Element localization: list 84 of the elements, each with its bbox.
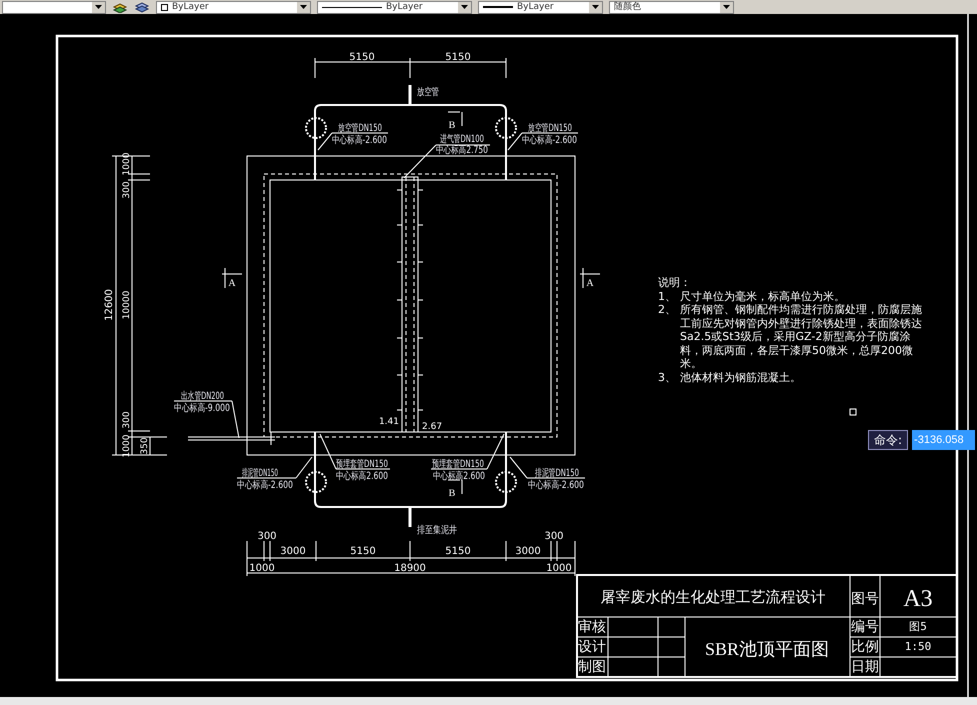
elevation-label: 中心标高2.600 [336, 471, 405, 482]
field-label: 日期 [851, 659, 879, 675]
note-text: 池体材料为钢筋混凝土。 [680, 370, 801, 384]
pipe-label: 放空管DN150 [338, 123, 402, 134]
leader-line [318, 132, 388, 150]
leader-line [508, 132, 578, 150]
layers-icon[interactable] [134, 1, 150, 13]
field-value: 1:50 [904, 640, 932, 653]
elevation-label: 中心标高-9.000 [174, 403, 246, 414]
dimension-text: 10000 [122, 290, 132, 320]
field-label: 比例 [851, 639, 879, 655]
dimension-text: 1000 [546, 563, 572, 574]
section-mark-icon [448, 112, 462, 126]
grip-square-icon [850, 408, 856, 416]
dropdown-value: ByLayer [172, 2, 210, 12]
color-swatch-icon [161, 4, 168, 10]
level-text: 2.67 [422, 422, 442, 432]
dropdown-value: ByLayer [517, 2, 555, 12]
elevation-label: 中心标高2.750 [436, 145, 505, 156]
layers-icon[interactable] [112, 1, 128, 13]
elevation-label: 中心标高-2.600 [332, 135, 404, 146]
level-text: 1.41 [378, 417, 399, 427]
pipe-label: 预埋套管DN150 [432, 459, 506, 470]
dimension-text: 18900 [394, 563, 426, 574]
elevation-label: 中心标高2.600 [433, 471, 502, 482]
dimension-text: 3000 [280, 546, 306, 557]
pipe-label: 放空管DN150 [528, 123, 592, 134]
dimension-text: 300 [544, 531, 564, 542]
project-title: 屠宰废水的生化处理工艺流程设计 [600, 588, 826, 606]
leader-line [320, 434, 390, 470]
section-label: A [228, 278, 236, 289]
pipe-label: 排泥管DN150 [535, 468, 600, 479]
elevation-label: 中心标高-2.600 [528, 480, 600, 491]
section-mark-icon [448, 480, 462, 494]
dimension-text: 3000 [515, 546, 541, 557]
note-text: 所有钢管、钢制配件均需进行防腐处理，防腐层施工前应先对钢管内外壁进行除锈处理，表面除锈达Sa2.5或St3级后，采用GZ-2新型高分子防腐涂料，两底两面，各层干漆厚50微米，总厚200微米。 [680, 303, 922, 370]
section-mark-icon [222, 268, 242, 288]
note-number: 2、 [658, 303, 677, 318]
dimension-text: 1000 [122, 152, 132, 176]
dropdown-value: 随颜色 [614, 2, 642, 12]
dimension-text: 350 [140, 437, 150, 455]
pipe-label: 出水管DN200 [181, 391, 246, 402]
dimension-text: 5150 [445, 52, 471, 63]
pipe-label: 排泥管DN150 [242, 468, 306, 479]
elevation-label: 中心标高-2.600 [522, 135, 594, 146]
pipe-label: 预埋套管DN150 [336, 459, 410, 470]
callout-label: 排至集泥井 [417, 525, 467, 536]
sheet-size: A3 [903, 586, 933, 612]
dimension-text: 5150 [445, 546, 471, 557]
sheet-label: 图号 [851, 591, 879, 607]
dimension-text: 12600 [104, 289, 115, 321]
note-number: 1、 [658, 290, 677, 303]
note-number: 3、 [658, 370, 677, 384]
command-prompt: 命令: [868, 430, 908, 450]
note-text: 尺寸单位为毫米，标高单位为米。 [680, 290, 845, 303]
drawing-title: SBR池顶平面图 [704, 639, 830, 659]
dimension-text: 300 [122, 181, 132, 199]
dimension-text: 300 [122, 411, 132, 429]
dimension-text: 5150 [349, 52, 375, 63]
line-preview-icon [322, 6, 382, 8]
section-label: A [586, 278, 594, 289]
line-preview-icon [483, 6, 513, 8]
dimension-text: 5150 [350, 546, 376, 557]
role-label: 设计 [578, 639, 606, 655]
elevation-label: 中心标高-2.600 [237, 480, 310, 491]
property-dropdown[interactable]: 随颜色 [609, 0, 734, 14]
callout-label: 放空管 [417, 87, 447, 98]
notes-title: 说明： [658, 276, 692, 290]
section-label: B [448, 488, 456, 499]
dimension-text: 1000 [249, 563, 275, 574]
property-dropdown[interactable]: ByLayer [156, 0, 311, 14]
property-dropdown[interactable]: ByLayer [317, 0, 472, 14]
field-value: 图5 [909, 620, 927, 633]
section-label: B [448, 120, 456, 131]
field-label: 编号 [851, 619, 879, 635]
role-label: 制图 [578, 659, 606, 675]
role-label: 审核 [578, 619, 606, 635]
dropdown-value: ByLayer [386, 2, 424, 12]
section-mark-icon [580, 268, 600, 288]
property-dropdown[interactable]: ByLayer [478, 0, 603, 14]
dimension-text: 300 [257, 531, 277, 542]
pipe-label: 进气管DN100 [440, 134, 504, 145]
layer-dropdown[interactable] [2, 0, 106, 14]
leader-line [174, 400, 240, 438]
